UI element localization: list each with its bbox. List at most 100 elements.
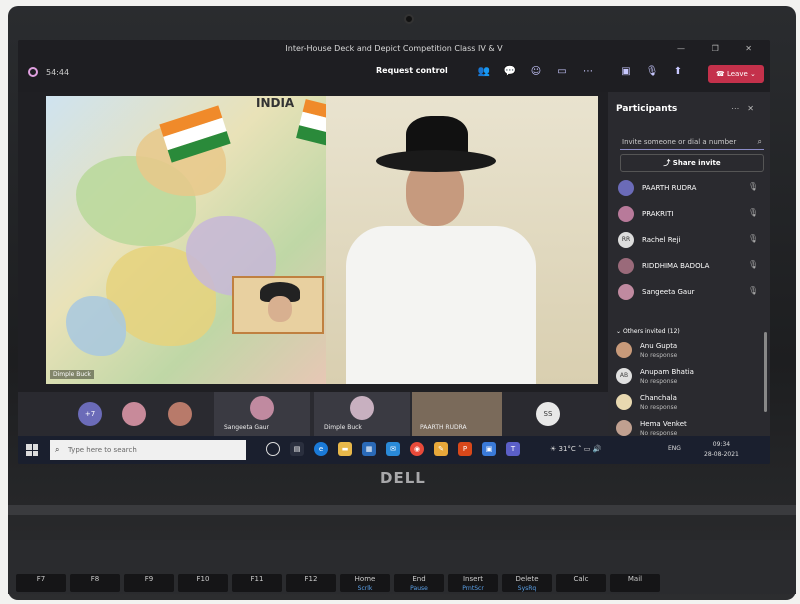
windows-start-icon[interactable] xyxy=(26,444,38,456)
screen: Inter-House Deck and Depict Competition … xyxy=(18,40,770,464)
window-controls[interactable]: — ❐ ✕ xyxy=(677,40,764,58)
fn-key[interactable]: Delete SysRq xyxy=(502,574,552,592)
invitee-name: Anu Gupta xyxy=(640,342,678,350)
tile-name: PAARTH RUDRA xyxy=(420,424,467,431)
overflow-tile[interactable]: +7 xyxy=(72,392,108,436)
meeting-toolbar: 54:44 Request control 👥 💬 ☺ ▭ ⋯ ▣ 🎙 ⬆ ☎ … xyxy=(18,58,770,92)
gallery-avatar[interactable] xyxy=(166,392,196,436)
temperature: 31°C xyxy=(558,445,576,453)
media-controls: ▣ 🎙 ⬆ xyxy=(618,64,686,80)
leave-label: Leave xyxy=(726,70,748,78)
share-icon: ⤴ xyxy=(663,159,671,167)
taskbar-clock[interactable]: 09:34 28-08-2021 xyxy=(704,440,739,460)
gallery-avatar[interactable] xyxy=(120,392,150,436)
list-item[interactable]: PRAKRITI 🎙 xyxy=(608,202,770,228)
mic-off-icon[interactable]: 🎙 xyxy=(644,64,660,80)
portrait-picture xyxy=(232,276,324,334)
request-control-button[interactable]: Request control xyxy=(376,66,448,75)
fn-key[interactable]: Calc xyxy=(556,574,606,592)
clock-date: 28-08-2021 xyxy=(704,451,739,458)
gallery-tile[interactable]: PAARTH RUDRA xyxy=(412,392,502,436)
others-invited-heading[interactable]: ⌄ Others invited (12) xyxy=(616,328,680,335)
mic-off-icon: 🎙 xyxy=(748,234,759,243)
clock-time: 09:34 xyxy=(712,441,731,448)
fn-key[interactable]: End Pause xyxy=(394,574,444,592)
rooms-icon[interactable]: ▭ xyxy=(554,64,570,80)
chat-icon[interactable]: 💬 xyxy=(502,64,518,80)
overflow-count: +7 xyxy=(78,402,102,426)
task-view-icon[interactable]: ▤ xyxy=(290,442,304,456)
reactions-icon[interactable]: ☺ xyxy=(528,64,544,80)
list-item[interactable]: Sangeeta Gaur 🎙 xyxy=(608,280,770,306)
list-item[interactable]: Anu Gupta No response xyxy=(608,340,770,366)
fn-key[interactable]: F8 xyxy=(70,574,120,592)
avatar xyxy=(616,342,632,358)
avatar xyxy=(616,420,632,436)
gallery-tile[interactable]: Sangeeta Gaur xyxy=(214,392,310,436)
key-label: F9 xyxy=(144,575,154,583)
tile-name: Sangeeta Gaur xyxy=(224,424,270,431)
participant-name: PAARTH RUDRA xyxy=(642,184,697,192)
invite-input[interactable]: Invite someone or dial a number ⌕ xyxy=(620,134,764,150)
function-keys-row: F7 F8 F9 F10 F11 F12 Home Scrlk End Pause … xyxy=(16,574,660,592)
key-label: End xyxy=(412,575,426,583)
mic-off-icon: 🎙 xyxy=(748,182,759,191)
teams-icon[interactable]: T xyxy=(506,442,520,456)
gallery-avatar[interactable]: SS xyxy=(528,392,568,436)
store-icon[interactable]: ▦ xyxy=(362,442,376,456)
fn-key[interactable]: F12 xyxy=(286,574,336,592)
tile-name: Dimple Buck xyxy=(324,424,362,431)
key-label: F10 xyxy=(196,575,210,583)
meeting-timer: 54:44 xyxy=(28,67,69,77)
list-item[interactable]: RIDDHIMA BADOLA 🎙 xyxy=(608,254,770,280)
gallery-tile[interactable]: Dimple Buck xyxy=(314,392,410,436)
fn-key[interactable]: F10 xyxy=(178,574,228,592)
paint-icon[interactable]: ✎ xyxy=(434,442,448,456)
fn-key[interactable]: Insert PrntScr xyxy=(448,574,498,592)
chrome-icon[interactable]: ◉ xyxy=(410,442,424,456)
edge-icon[interactable]: e xyxy=(314,442,328,456)
search-icon: ⌕ xyxy=(55,445,60,454)
list-item[interactable]: Chanchala No response xyxy=(608,392,770,418)
fn-key[interactable]: Home Scrlk xyxy=(340,574,390,592)
fn-key[interactable]: F11 xyxy=(232,574,282,592)
share-invite-button[interactable]: ⤴ Share invite xyxy=(620,154,764,172)
list-item[interactable]: RR Rachel Reji 🎙 xyxy=(608,228,770,254)
cortana-icon[interactable] xyxy=(266,442,280,456)
file-explorer-icon[interactable]: ▬ xyxy=(338,442,352,456)
list-item[interactable]: PAARTH RUDRA 🎙 xyxy=(608,176,770,202)
app-icon[interactable]: ▣ xyxy=(482,442,496,456)
key-label: F8 xyxy=(90,575,100,583)
panel-scrollbar[interactable] xyxy=(764,332,767,412)
timer-text: 54:44 xyxy=(46,67,70,77)
fn-key[interactable]: F7 xyxy=(16,574,66,592)
list-item[interactable]: AB Anupam Bhatia No response xyxy=(608,366,770,392)
fn-key[interactable]: Mail xyxy=(610,574,660,592)
toolbar-icons: 👥 💬 ☺ ▭ ⋯ xyxy=(476,64,596,80)
invitee-status: No response xyxy=(640,352,678,359)
mic-off-icon: 🎙 xyxy=(748,260,759,269)
powerpoint-icon[interactable]: P xyxy=(458,442,472,456)
chevron-down-icon: ⌄ xyxy=(750,70,756,78)
participants-panel: Participants ⋯✕ Invite someone or dial a… xyxy=(608,92,770,437)
share-screen-icon[interactable]: ⬆ xyxy=(670,64,686,80)
avatar xyxy=(618,206,634,222)
key-label: Mail xyxy=(627,575,643,583)
language-indicator[interactable]: ENG xyxy=(668,445,681,452)
avatar xyxy=(350,396,374,420)
panel-controls[interactable]: ⋯✕ xyxy=(731,104,762,113)
search-placeholder: Type here to search xyxy=(68,446,137,454)
taskbar-apps: ▤ e ▬ ▦ ✉ ◉ ✎ P ▣ T xyxy=(266,442,520,456)
key-label: F7 xyxy=(36,575,46,583)
invitee-status: No response xyxy=(640,378,678,385)
camera-off-icon[interactable]: ▣ xyxy=(618,64,634,80)
fn-key[interactable]: F9 xyxy=(124,574,174,592)
taskbar-search-input[interactable]: ⌕ Type here to search xyxy=(50,440,246,460)
avatar xyxy=(122,402,146,426)
people-icon[interactable]: 👥 xyxy=(476,64,492,80)
weather-widget[interactable]: ☀ 31°C ˄ ▭ 🔊 xyxy=(550,445,601,453)
window-titlebar: Inter-House Deck and Depict Competition … xyxy=(18,40,770,58)
more-icon[interactable]: ⋯ xyxy=(580,64,596,80)
leave-button[interactable]: ☎ Leave ⌄ xyxy=(708,65,764,83)
mail-icon[interactable]: ✉ xyxy=(386,442,400,456)
